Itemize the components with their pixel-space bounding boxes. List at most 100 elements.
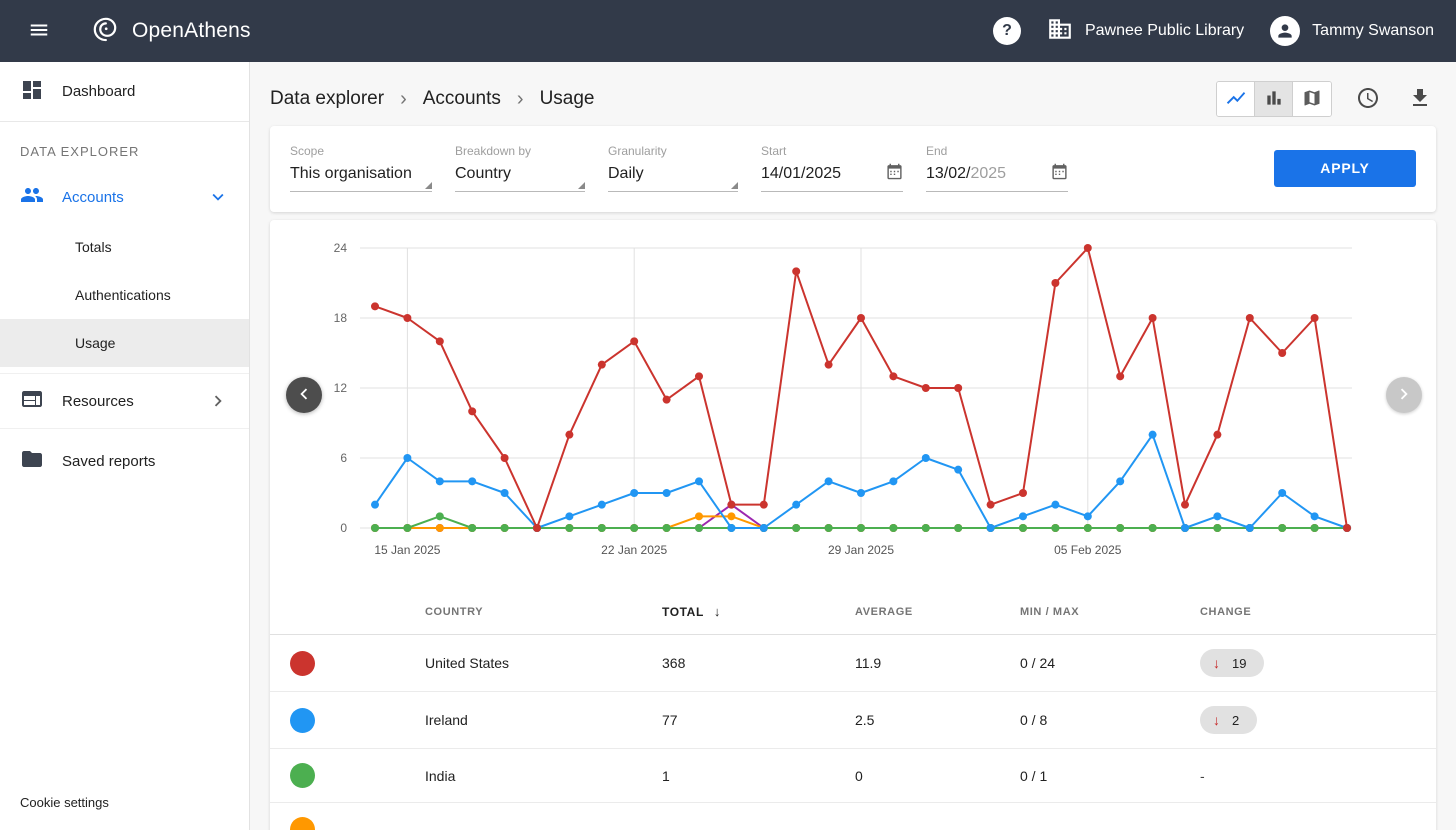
sidebar-item-dashboard[interactable]: Dashboard — [0, 62, 249, 122]
sidebar-section-label: DATA EXPLORER — [0, 122, 249, 171]
table-row — [270, 803, 1436, 830]
breadcrumb-accounts[interactable]: Accounts — [423, 88, 501, 110]
map-view-button[interactable] — [1293, 82, 1331, 116]
dropdown-caret-icon — [578, 182, 585, 189]
average-cell — [855, 803, 1020, 830]
history-button[interactable] — [1352, 82, 1384, 117]
end-date-label: End — [926, 144, 1068, 158]
svg-text:15 Jan 2025: 15 Jan 2025 — [374, 543, 440, 557]
hamburger-icon — [28, 19, 50, 44]
organisation-switcher[interactable]: Pawnee Public Library — [1047, 16, 1244, 47]
change-badge: ↓ 2 — [1200, 706, 1257, 734]
avatar — [1270, 16, 1300, 46]
total-cell: 368 — [662, 635, 855, 692]
sidebar-item-saved-reports[interactable]: Saved reports — [0, 429, 249, 493]
table-row: India 1 0 0 / 1 - — [270, 749, 1436, 803]
usage-line-chart: 0612182415 Jan 202522 Jan 202529 Jan 202… — [270, 228, 1436, 568]
user-menu[interactable]: Tammy Swanson — [1270, 16, 1434, 46]
scope-select[interactable]: Scope This organisation — [290, 144, 432, 192]
svg-text:22 Jan 2025: 22 Jan 2025 — [601, 543, 667, 557]
svg-text:6: 6 — [340, 451, 347, 465]
series-color-swatch — [290, 708, 315, 733]
chevron-right-icon — [207, 390, 229, 412]
svg-text:0: 0 — [340, 521, 347, 535]
total-column-header[interactable]: TOTAL↓ — [662, 582, 855, 635]
sidebar-item-label: Accounts — [62, 189, 124, 206]
minmax-column-header: MIN / MAX — [1020, 582, 1200, 635]
country-cell: United States — [425, 635, 662, 692]
sidebar-item-accounts[interactable]: Accounts — [0, 171, 249, 223]
dropdown-caret-icon — [731, 182, 738, 189]
change-cell — [1200, 803, 1436, 830]
breakdown-select[interactable]: Breakdown by Country — [455, 144, 585, 192]
change-cell: ↓ 19 — [1200, 635, 1436, 692]
total-cell: 77 — [662, 692, 855, 749]
table-row: United States 368 11.9 0 / 24 ↓ 19 — [270, 635, 1436, 692]
total-cell: 1 — [662, 749, 855, 803]
sidebar-item-usage[interactable]: Usage — [0, 319, 249, 367]
trend-down-icon: ↓ — [1213, 655, 1220, 671]
apply-button[interactable]: APPLY — [1274, 150, 1416, 187]
calendar-icon[interactable] — [886, 163, 903, 185]
breadcrumb-usage[interactable]: Usage — [540, 88, 595, 110]
swatch-column-header — [270, 582, 425, 635]
average-cell: 2.5 — [855, 692, 1020, 749]
sidebar-item-totals[interactable]: Totals — [0, 223, 249, 271]
change-cell: - — [1200, 749, 1436, 803]
chevron-left-icon — [293, 383, 315, 408]
breadcrumb-separator-icon: › — [517, 88, 524, 111]
start-date-label: Start — [761, 144, 903, 158]
breadcrumb-data-explorer[interactable]: Data explorer — [270, 88, 384, 110]
line-chart-icon — [1225, 87, 1247, 112]
next-period-button[interactable] — [1386, 377, 1422, 413]
usage-table: COUNTRY TOTAL↓ AVERAGE MIN / MAX CHANGE — [270, 582, 1436, 830]
granularity-label: Granularity — [608, 144, 738, 158]
end-date-input[interactable]: End 13/02/2025 — [926, 144, 1068, 192]
clock-icon — [1356, 86, 1380, 113]
minmax-cell: 0 / 24 — [1020, 635, 1200, 692]
previous-period-button[interactable] — [286, 377, 322, 413]
start-date-input[interactable]: Start 14/01/2025 — [761, 144, 903, 192]
table-header-row: COUNTRY TOTAL↓ AVERAGE MIN / MAX CHANGE — [270, 582, 1436, 635]
sidebar-item-label: Authentications — [75, 287, 171, 303]
sidebar: Dashboard DATA EXPLORER Accounts Totals … — [0, 62, 250, 830]
building-icon — [1047, 16, 1073, 47]
table-row: Ireland 77 2.5 0 / 8 ↓ 2 — [270, 692, 1436, 749]
cookie-settings-link[interactable]: Cookie settings — [20, 795, 109, 810]
granularity-select[interactable]: Granularity Daily — [608, 144, 738, 192]
bar-chart-view-button[interactable] — [1255, 82, 1293, 116]
change-cell: ↓ 2 — [1200, 692, 1436, 749]
breakdown-label: Breakdown by — [455, 144, 585, 158]
openathens-logo: OpenAthens — [88, 12, 251, 51]
change-badge: ↓ 19 — [1200, 649, 1264, 677]
map-icon — [1302, 88, 1322, 111]
sidebar-item-authentications[interactable]: Authentications — [0, 271, 249, 319]
sidebar-item-label: Usage — [75, 335, 115, 351]
help-button[interactable]: ? — [993, 17, 1021, 45]
download-button[interactable] — [1404, 82, 1436, 117]
svg-text:18: 18 — [334, 311, 348, 325]
minmax-cell: 0 / 8 — [1020, 692, 1200, 749]
usage-report-card: 0612182415 Jan 202522 Jan 202529 Jan 202… — [270, 220, 1436, 830]
question-mark-icon: ? — [1002, 22, 1012, 40]
breadcrumb-separator-icon: › — [400, 88, 407, 111]
sidebar-item-resources[interactable]: Resources — [0, 373, 249, 429]
people-icon — [20, 183, 44, 211]
chevron-down-icon — [207, 186, 229, 208]
minmax-cell — [1020, 803, 1200, 830]
trend-down-icon: ↓ — [1213, 712, 1220, 728]
hamburger-menu-button[interactable] — [22, 13, 56, 50]
average-cell: 0 — [855, 749, 1020, 803]
average-column-header: AVERAGE — [855, 582, 1020, 635]
bar-chart-icon — [1264, 88, 1284, 111]
sort-descending-icon: ↓ — [714, 604, 721, 619]
user-name: Tammy Swanson — [1312, 22, 1434, 40]
resources-icon — [20, 387, 44, 415]
line-chart-view-button[interactable] — [1217, 82, 1255, 116]
scope-label: Scope — [290, 144, 432, 158]
sidebar-item-label: Dashboard — [62, 83, 135, 100]
svg-text:12: 12 — [334, 381, 348, 395]
series-color-swatch — [290, 651, 315, 676]
country-cell: Ireland — [425, 692, 662, 749]
calendar-icon[interactable] — [1051, 163, 1068, 185]
